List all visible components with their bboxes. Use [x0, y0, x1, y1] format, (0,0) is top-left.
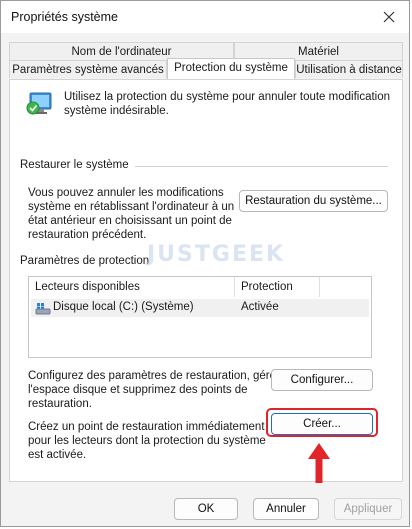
- drive-protection-status: Activée: [241, 301, 279, 313]
- intro-line-1: Utilisez la protection du système pour a…: [64, 91, 391, 103]
- tab-advanced-settings[interactable]: Paramètres système avancés: [9, 60, 167, 78]
- tab-remote-usage[interactable]: Utilisation à distance: [295, 60, 403, 78]
- listbox-header: Lecteurs disponibles Protection: [29, 277, 371, 297]
- configure-desc-3: restauration.: [28, 398, 92, 410]
- create-button-highlight: [266, 408, 378, 437]
- restore-desc-4: restauration précédent.: [28, 229, 147, 241]
- drives-listbox[interactable]: Lecteurs disponibles Protection Disque l…: [28, 276, 372, 358]
- configure-button[interactable]: Configurer...: [271, 369, 373, 391]
- restore-section-title: Restaurer le système: [20, 159, 135, 171]
- title-bar: Propriétés système: [1, 1, 409, 33]
- create-desc-1: Créez un point de restauration immédiate…: [28, 421, 265, 433]
- column-protection[interactable]: Protection: [241, 281, 293, 293]
- intro-line-2: système indésirable.: [64, 105, 169, 117]
- protection-section-title: Paramètres de protection: [20, 255, 156, 267]
- create-desc-2: pour les lecteurs dont la protection du …: [28, 435, 266, 447]
- ok-button[interactable]: OK: [174, 498, 238, 520]
- restore-desc-1: Vous pouvez annuler les modifications: [28, 187, 224, 199]
- table-row[interactable]: Disque local (C:) (Système) Activée: [31, 299, 369, 317]
- close-button[interactable]: [369, 1, 409, 33]
- drive-icon: [35, 303, 51, 315]
- restore-desc-2: système en rétablissant l'ordinateur à u…: [28, 201, 235, 213]
- close-icon: [383, 11, 395, 23]
- column-drives[interactable]: Lecteurs disponibles: [35, 281, 140, 293]
- create-desc-3: est activée.: [28, 449, 87, 461]
- system-restore-button[interactable]: Restauration du système...: [239, 190, 388, 212]
- configure-desc-2: l'espace disque et supprimez des points …: [28, 384, 248, 396]
- tab-system-protection[interactable]: Protection du système: [167, 58, 295, 79]
- apply-button[interactable]: Appliquer: [334, 498, 402, 520]
- cancel-button[interactable]: Annuler: [253, 498, 319, 520]
- tab-row-2: Paramètres système avancés Protection du…: [9, 58, 403, 79]
- drive-name: Disque local (C:) (Système): [53, 301, 194, 313]
- window-title: Propriétés système: [11, 10, 118, 24]
- watermark: JUSTGEEK: [147, 242, 286, 267]
- arrow-up-icon: [308, 443, 330, 483]
- system-properties-window: Propriétés système Nom de l'ordinateur M…: [0, 0, 410, 527]
- restore-desc-3: état antérieur en choisissant un point d…: [28, 215, 232, 227]
- system-protection-icon: [26, 92, 52, 115]
- configure-desc-1: Configurez des paramètres de restauratio…: [28, 370, 282, 382]
